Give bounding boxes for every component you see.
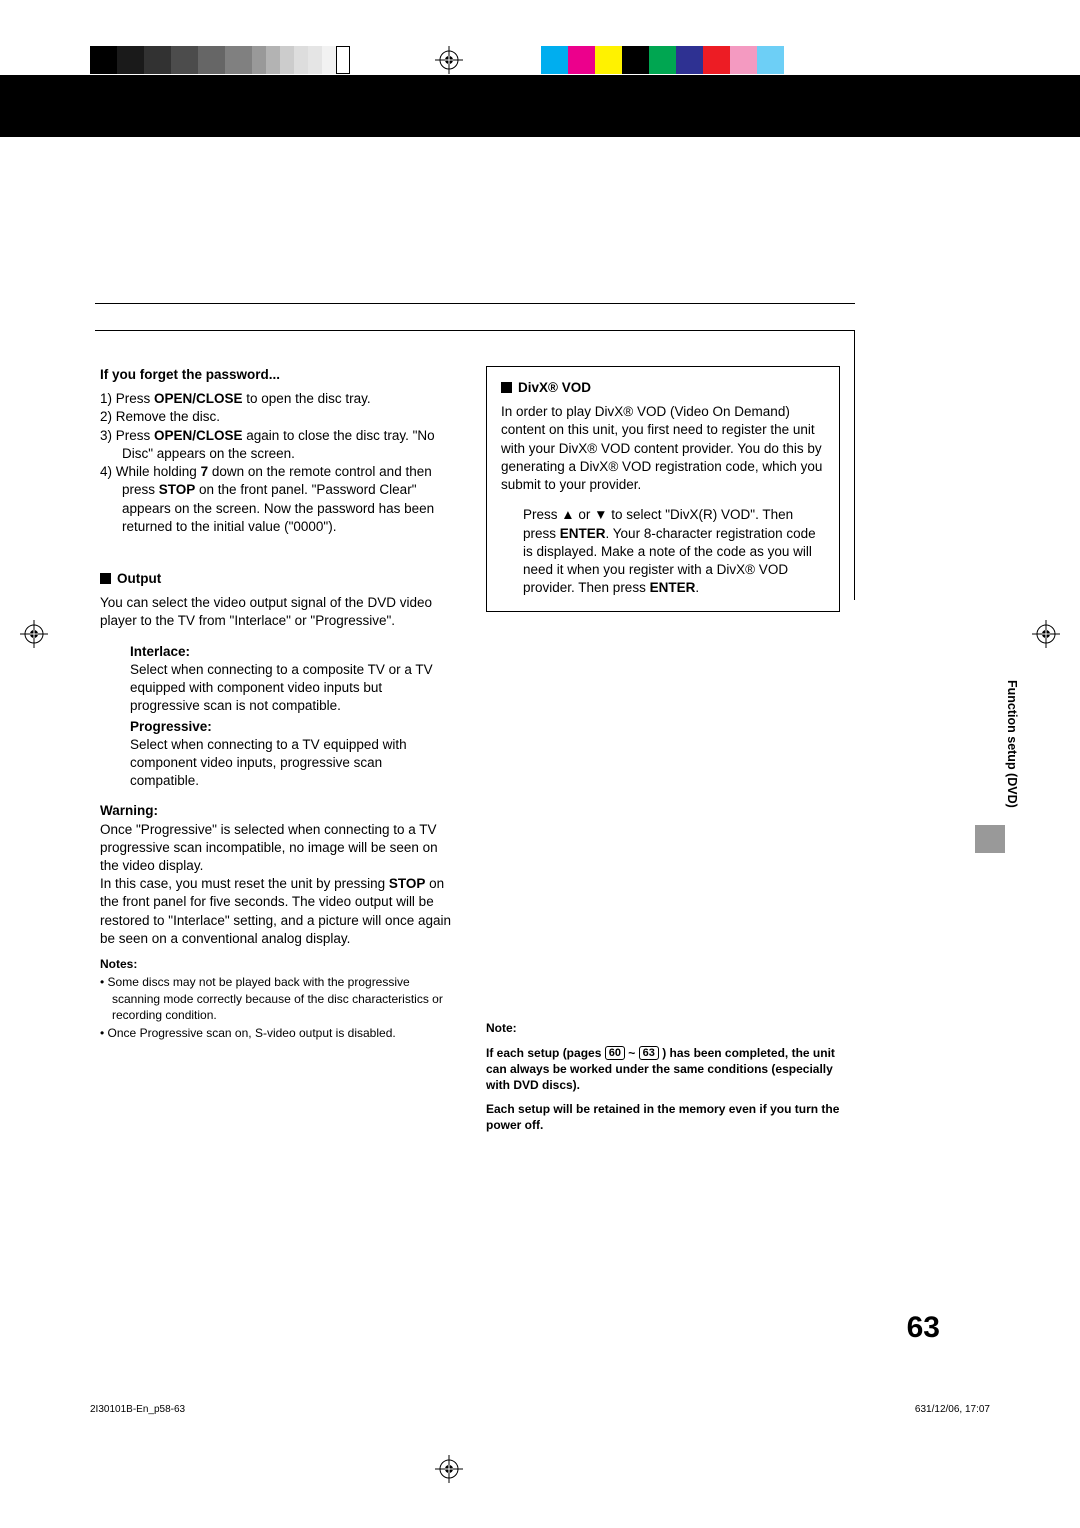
section-tab-label: Function setup (DVD) xyxy=(1003,680,1020,860)
warning-body-2: In this case, you must reset the unit by… xyxy=(100,875,454,948)
divx-box: DivX® VOD In order to play DivX® VOD (Vi… xyxy=(486,366,840,612)
registration-mark-icon xyxy=(1032,620,1060,648)
page-number: 63 xyxy=(907,1308,940,1349)
output-intro: You can select the video output signal o… xyxy=(100,594,454,630)
page-ref-icon: 63 xyxy=(639,1046,659,1060)
note-item: Once Progressive scan on, S-video output… xyxy=(100,1025,454,1041)
registration-mark-icon xyxy=(435,1455,463,1483)
interlace-block: Interlace: Select when connecting to a c… xyxy=(100,643,454,716)
warning-body-1: Once "Progressive" is selected when conn… xyxy=(100,821,454,876)
warning-label: Warning: xyxy=(100,802,454,820)
page-root: Function setup (DVD) If you forget the p… xyxy=(0,0,1080,1528)
step-item: 1) Press OPEN/CLOSE to open the disc tra… xyxy=(100,390,454,408)
document-body: If you forget the password... 1) Press O… xyxy=(100,300,840,1134)
notes-label: Notes: xyxy=(100,956,454,972)
registration-mark-icon xyxy=(435,46,463,74)
color-bar-colors xyxy=(541,46,784,74)
forgot-password-heading: If you forget the password... xyxy=(100,366,454,384)
notes-list: Some discs may not be played back with t… xyxy=(100,974,454,1041)
progressive-block: Progressive: Select when connecting to a… xyxy=(100,718,454,791)
step-item: 4) While holding 7 down on the remote co… xyxy=(100,463,454,536)
note-item: Some discs may not be played back with t… xyxy=(100,974,454,1023)
right-column: DivX® VOD In order to play DivX® VOD (Vi… xyxy=(486,366,840,1134)
divx-heading: DivX® VOD xyxy=(501,379,825,397)
registration-mark-icon xyxy=(20,620,48,648)
footer-filename: 2I30101B-En_p58-63 xyxy=(90,1403,795,1417)
bottom-note-label: Note: xyxy=(486,1020,840,1036)
bottom-note-line2: Each setup will be retained in the memor… xyxy=(486,1101,840,1133)
page-ref-icon: 60 xyxy=(605,1046,625,1060)
step-item: 3) Press OPEN/CLOSE again to close the d… xyxy=(100,427,454,463)
divx-intro: In order to play DivX® VOD (Video On Dem… xyxy=(501,403,825,494)
progressive-body: Select when connecting to a TV equipped … xyxy=(130,736,454,791)
divx-body: Press ▲ or ▼ to select "DivX(R) VOD". Th… xyxy=(501,506,825,597)
color-bar-grayscale xyxy=(90,46,350,74)
footer-timestamp: 1/12/06, 17:07 xyxy=(926,1403,990,1417)
forgot-password-steps: 1) Press OPEN/CLOSE to open the disc tra… xyxy=(100,390,454,536)
interlace-label: Interlace: xyxy=(130,643,454,661)
interlace-body: Select when connecting to a composite TV… xyxy=(130,661,454,716)
progressive-label: Progressive: xyxy=(130,718,454,736)
print-footer: 2I30101B-En_p58-63 63 1/12/06, 17:07 xyxy=(90,1403,990,1417)
frame-right-line xyxy=(854,330,855,600)
section-tab-marker xyxy=(975,825,1005,853)
output-heading: Output xyxy=(100,570,454,588)
header-black-band xyxy=(0,75,1080,137)
step-item: 2) Remove the disc. xyxy=(100,408,454,426)
bottom-note-line1: If each setup (pages 60 ~ 63 ) has been … xyxy=(486,1045,840,1094)
footer-page: 63 xyxy=(915,1403,926,1417)
left-column: If you forget the password... 1) Press O… xyxy=(100,366,454,1134)
